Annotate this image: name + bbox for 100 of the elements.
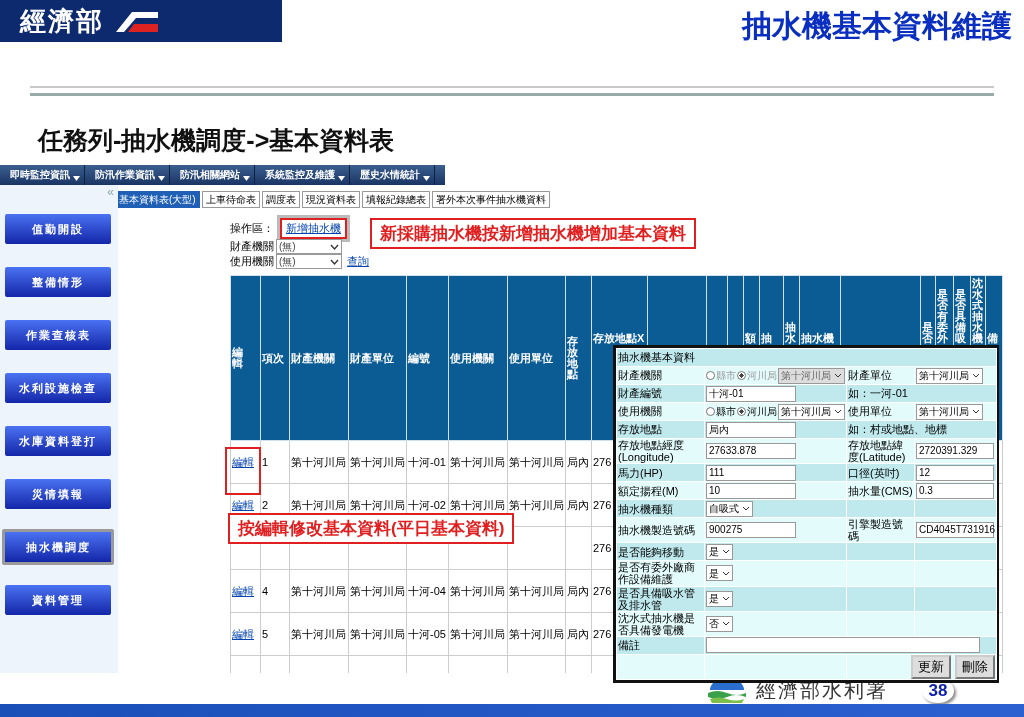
chevron-icon bbox=[834, 409, 842, 414]
input-field[interactable]: 900275 bbox=[706, 522, 796, 539]
column-header: 存放地點 bbox=[567, 336, 578, 380]
field-label: 財產機關 bbox=[618, 369, 662, 382]
column-header: 編號 bbox=[408, 351, 430, 364]
menu-item[interactable]: 系統監控及維護 bbox=[255, 165, 350, 185]
chevron-icon bbox=[722, 570, 730, 576]
field-label: 使用單位 bbox=[848, 405, 892, 418]
field-label: 財產單位 bbox=[848, 369, 892, 382]
select-field[interactable]: 是 bbox=[706, 590, 733, 607]
tab[interactable]: 現況資料表 bbox=[301, 191, 360, 208]
chevron-icon bbox=[972, 409, 980, 414]
select-field[interactable]: 第十河川局 bbox=[916, 403, 983, 420]
sidebar-button[interactable]: 整備情形 bbox=[2, 264, 114, 300]
table-cell: 276 bbox=[593, 499, 612, 511]
select-field[interactable]: 是 bbox=[706, 565, 733, 582]
filter-select[interactable]: (無) bbox=[276, 254, 342, 269]
column-header: 沈水式抽水機 bbox=[972, 277, 983, 344]
field-label: 額定揚程(M) bbox=[618, 484, 679, 497]
column-header: 抽水 bbox=[785, 321, 796, 344]
table-cell: 第十河川局 bbox=[509, 627, 564, 640]
filter-label: 財產機關 bbox=[230, 239, 274, 254]
menu-item[interactable]: 歷史水情統計 bbox=[350, 165, 435, 185]
field-label: 引擎製造號碼 bbox=[848, 518, 903, 543]
select-field[interactable]: 自吸式 bbox=[706, 500, 753, 517]
column-header: 額 bbox=[745, 332, 756, 344]
table-cell: 第十河川局 bbox=[509, 584, 564, 597]
input-field[interactable]: 十河-01 bbox=[706, 385, 796, 402]
column-header: 是否具備吸 bbox=[955, 288, 966, 344]
annotation-callout: 新採購抽水機按新增抽水機增加基本資料 bbox=[370, 218, 696, 249]
sidebar-button[interactable]: 水庫資料登打 bbox=[2, 423, 114, 459]
table-cell: 第十河川局 bbox=[350, 455, 405, 468]
input-field[interactable]: 2720391.329 bbox=[916, 443, 994, 460]
table-cell: 第十河川局 bbox=[509, 455, 564, 468]
caret-icon bbox=[243, 175, 250, 181]
logo-text: 經濟部 bbox=[20, 4, 104, 38]
table-cell: 局內 bbox=[567, 627, 589, 640]
tab[interactable]: 基本資料表(大型) bbox=[115, 191, 200, 208]
chevron-icon bbox=[972, 373, 980, 378]
column-header: 備 bbox=[987, 332, 998, 344]
table-cell: 局內 bbox=[567, 584, 589, 597]
query-link[interactable]: 查詢 bbox=[347, 254, 369, 269]
table-cell: 2 bbox=[262, 499, 269, 511]
column-header: 是否有委外 bbox=[937, 288, 948, 344]
table-cell: 5 bbox=[262, 628, 269, 640]
input-field[interactable]: 111 bbox=[706, 464, 796, 481]
column-header: 使用單位 bbox=[509, 351, 553, 364]
remark-field[interactable] bbox=[706, 637, 980, 654]
table-cell: 第十河川局 bbox=[291, 627, 346, 640]
chevron-icon bbox=[722, 549, 730, 555]
add-pump-link[interactable]: 新增抽水機 bbox=[286, 221, 341, 234]
table-cell: 276 bbox=[593, 628, 612, 640]
select-field[interactable]: 第十河川局 bbox=[778, 403, 845, 420]
table-cell: 第十河川局 bbox=[350, 627, 405, 640]
table-cell: 十河-01 bbox=[408, 455, 446, 468]
table-cell: 第十河川局 bbox=[291, 584, 346, 597]
menu-item[interactable]: 防汛相關網站 bbox=[170, 165, 255, 185]
column-header: 抽 bbox=[761, 332, 772, 344]
sidebar-button[interactable]: 值勤開設 bbox=[2, 211, 114, 247]
field-label: 存放地點緯度(Latitude) bbox=[848, 439, 906, 464]
form-button[interactable]: 更新 bbox=[911, 654, 951, 679]
table-cell: 第十河川局 bbox=[450, 455, 505, 468]
form-button[interactable]: 刪除 bbox=[955, 654, 995, 679]
tab[interactable]: 署外本次事件抽水機資料 bbox=[431, 191, 550, 208]
tab[interactable]: 填報紀錄總表 bbox=[361, 191, 430, 208]
select-field[interactable]: 是 bbox=[706, 543, 733, 560]
select-field[interactable]: 否 bbox=[706, 615, 733, 632]
radio-option[interactable]: 河川局 bbox=[737, 406, 777, 417]
sidebar-button[interactable]: 資料管理 bbox=[2, 582, 114, 618]
field-label: 沈水式抽水機是否具備發電機 bbox=[618, 611, 695, 636]
input-field[interactable]: 10 bbox=[706, 482, 796, 499]
input-field[interactable]: CD4045T731916 bbox=[916, 522, 994, 539]
table-cell: 局內 bbox=[567, 498, 589, 511]
column-header: 編輯 bbox=[232, 347, 243, 369]
column-header: 財產單位 bbox=[350, 351, 394, 364]
input-field[interactable]: 0.3 bbox=[916, 482, 994, 499]
sidebar-button[interactable]: 水利設施檢查 bbox=[2, 370, 114, 406]
field-label: 抽水機製造號碼 bbox=[618, 524, 695, 537]
select-field[interactable]: 第十河川局 bbox=[916, 367, 983, 384]
column-header: 財產機關 bbox=[291, 351, 335, 364]
column-header: 項次 bbox=[262, 351, 284, 364]
input-field[interactable]: 12 bbox=[916, 464, 994, 481]
input-field[interactable]: 27633.878 bbox=[706, 443, 796, 460]
tab[interactable]: 調度表 bbox=[261, 191, 300, 208]
caret-icon bbox=[423, 175, 430, 181]
input-field[interactable]: 局內 bbox=[706, 421, 796, 438]
caret-icon bbox=[338, 175, 345, 181]
table-cell: 第十河川局 bbox=[509, 498, 564, 511]
chevron-icon bbox=[834, 373, 842, 378]
filter-select[interactable]: (無) bbox=[276, 239, 342, 254]
sidebar-button[interactable]: 災情填報 bbox=[2, 476, 114, 512]
table-cell: 第十河川局 bbox=[350, 584, 405, 597]
column-header: 使用機關 bbox=[450, 351, 494, 364]
field-label: 使用機關 bbox=[618, 405, 662, 418]
field-label: 抽水機種類 bbox=[618, 502, 673, 515]
tab[interactable]: 上車待命表 bbox=[201, 191, 260, 208]
sidebar-button[interactable]: 作業查核表 bbox=[2, 317, 114, 353]
sidebar-button[interactable]: 抽水機調度 bbox=[2, 529, 114, 565]
table-cell: 第十河川局 bbox=[350, 498, 405, 511]
radio-option[interactable]: 縣市 bbox=[706, 406, 736, 417]
